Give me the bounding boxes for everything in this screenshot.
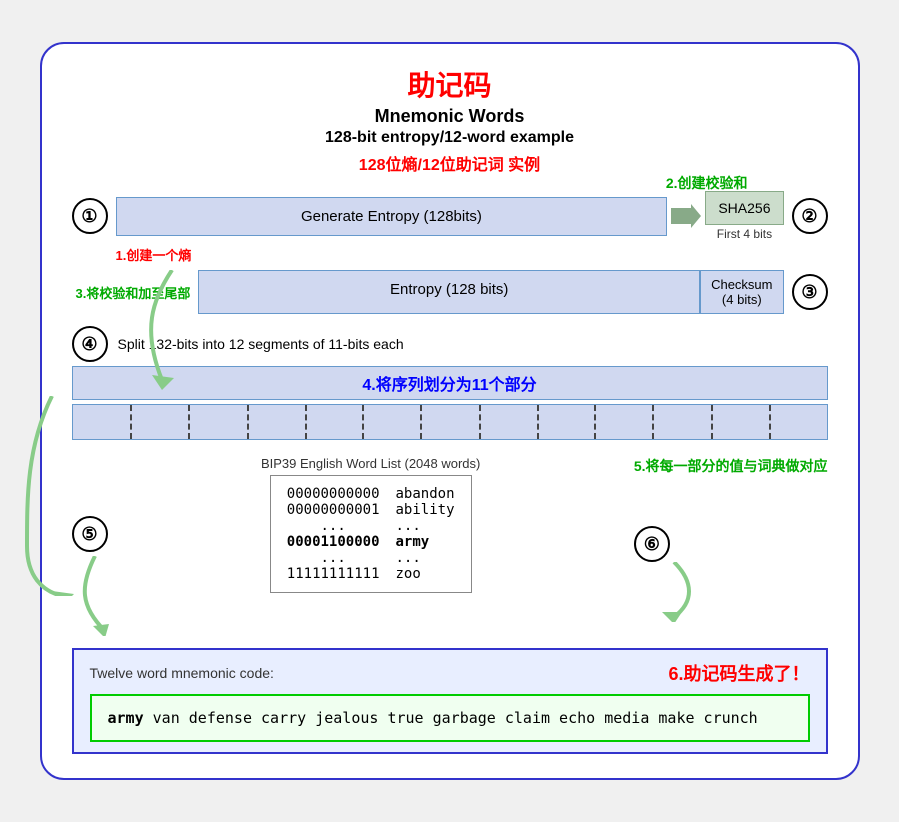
step1-row: ① Generate Entropy (128bits) SHA256 Firs… (72, 191, 828, 241)
sha-box: SHA256 (705, 191, 783, 225)
checksum-label: Checksum (711, 277, 772, 292)
mnemonic-rest: van defense carry jealous true garbage c… (144, 709, 758, 727)
bip39-row-6-bits: 11111111111 (287, 566, 380, 582)
circle-2: ② (792, 198, 828, 234)
bip39-row-3-word: ... (396, 518, 455, 534)
title-en1: Mnemonic Words (72, 106, 828, 127)
twelve-word-label: Twelve word mnemonic code: (90, 665, 274, 681)
label-step1: 1.创建一个熵 (116, 245, 828, 264)
circle-3: ③ (792, 274, 828, 310)
label-step5: 5.将每一部分的值与词典做对应 (634, 456, 828, 476)
circle-6: ⑥ (634, 526, 670, 562)
bip39-row-5-bits: ... (287, 550, 380, 566)
title-en2: 128-bit entropy/12-word example (72, 129, 828, 147)
bip39-row-1-bits: 00000000000 (287, 486, 380, 502)
step6-arrow-icon (644, 562, 704, 622)
arrow-to-sha-icon (671, 204, 701, 228)
bip39-row-2-bits: 00000000001 (287, 502, 380, 518)
segments-bar (72, 404, 828, 440)
bip39-row-3-bits: ... (287, 518, 380, 534)
bip39-container: BIP39 English Word List (2048 words) 000… (128, 456, 614, 593)
left-arrow-down-icon (132, 270, 212, 390)
title-zh: 助记码 (72, 64, 828, 104)
mnemonic-output: army van defense carry jealous true garb… (90, 694, 810, 742)
title-zh2: 128位熵/12位助记词 实例 (72, 151, 828, 175)
first4bits: First 4 bits (717, 227, 772, 241)
bip39-row-2-word: ability (396, 502, 455, 518)
main-container: 助记码 Mnemonic Words 128-bit entropy/12-wo… (40, 42, 860, 780)
label-step2: 2.创建校验和 (666, 173, 748, 193)
circle-1: ① (72, 198, 108, 234)
step4-to-step5-arrow-icon (22, 396, 82, 596)
bip39-row-4-bits: 00001100000 (287, 534, 380, 550)
checksum-box: Checksum (4 bits) (700, 270, 783, 314)
sha-col: SHA256 First 4 bits (705, 191, 783, 241)
bip39-label: BIP39 English Word List (2048 words) (261, 456, 480, 471)
bip39-row-5-word: ... (396, 550, 455, 566)
entropy128-box: Entropy (128 bits) (198, 270, 700, 314)
bip39-row-4-word: army (396, 534, 455, 550)
bip39-words-col: abandon ability ... army ... zoo (396, 486, 455, 582)
mnemonic-word-army: army (108, 709, 144, 727)
step6-header: Twelve word mnemonic code: 6.助记码生成了！ (90, 660, 810, 686)
label-step6: 6.助记码生成了！ (668, 660, 809, 686)
step5-area: ⑤ BIP39 English Word List (2048 words) 0… (72, 456, 828, 636)
entropy-box: Generate Entropy (128bits) (116, 197, 668, 236)
checksum-bits: (4 bits) (722, 292, 762, 307)
bip39-row-1-word: abandon (396, 486, 455, 502)
step6-area: Twelve word mnemonic code: 6.助记码生成了！ arm… (72, 648, 828, 754)
bip39-row-6-word: zoo (396, 566, 455, 582)
bip39-bits-col: 00000000000 00000000001 ... 00001100000 … (287, 486, 380, 582)
bip39-table: 00000000000 00000000001 ... 00001100000 … (270, 475, 472, 593)
circle-4: ④ (72, 326, 108, 362)
